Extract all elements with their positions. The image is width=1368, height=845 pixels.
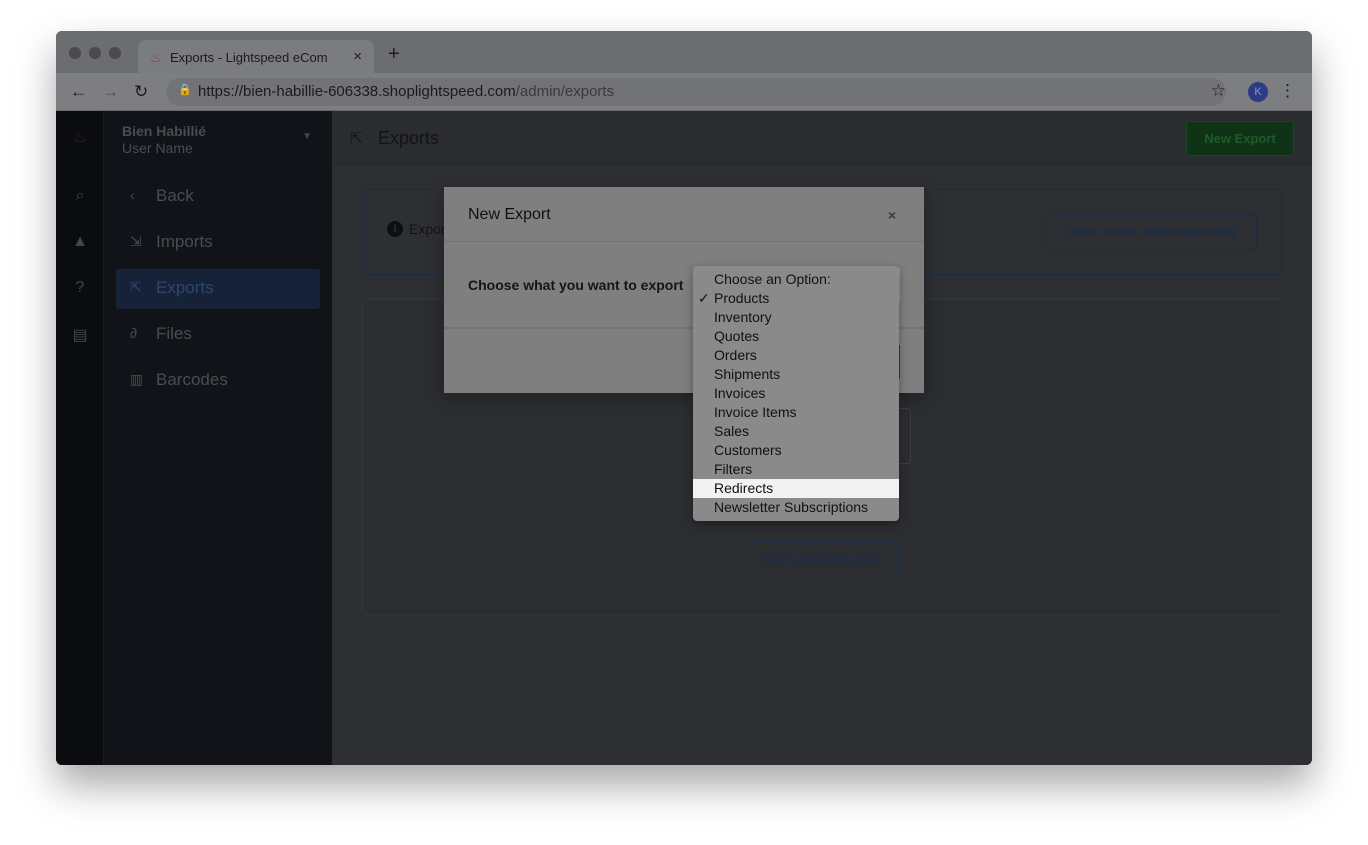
option-invoices[interactable]: Invoices <box>693 384 899 403</box>
caret-down-icon[interactable]: ▼ <box>302 131 312 142</box>
tab-title: Exports - Lightspeed eCom <box>170 50 328 65</box>
export-type-label: Choose what you want to export <box>468 277 684 293</box>
address-bar-row: ← → ↻ 🔒 https://bien-habillie-606338.sho… <box>56 73 1312 111</box>
lock-icon: 🔒 <box>178 84 192 96</box>
option-label: Redirects <box>714 480 774 496</box>
option-redirects[interactable]: Redirects <box>693 479 899 498</box>
option-newsletter-subscriptions[interactable]: Newsletter Subscriptions <box>693 498 899 517</box>
url-field[interactable]: 🔒 https://bien-habillie-606338.shoplight… <box>166 78 1226 106</box>
store-name: Bien Habillié <box>122 123 207 139</box>
zoom-window-button[interactable] <box>109 47 121 59</box>
export-icon: ⇱ <box>130 279 142 295</box>
option-label: Quotes <box>714 328 760 344</box>
option-label: Sales <box>714 423 750 439</box>
sidebar: Bien Habillié User Name ▼ ‹ Back ⇲ Imports … <box>104 111 332 765</box>
sidebar-item-back[interactable]: ‹ Back <box>116 177 320 217</box>
option-filters[interactable]: Filters <box>693 460 899 479</box>
barcode-icon: ▥ <box>130 371 144 387</box>
sidebar-item-label: Files <box>156 324 192 343</box>
export-icon: ⇱ <box>350 130 363 147</box>
store-icon[interactable]: ▤ <box>70 325 90 345</box>
option-products[interactable]: ✓ Products <box>693 289 899 308</box>
browser-window: ♨ Exports - Lightspeed eCom × + ← → ↻ 🔒 … <box>56 31 1312 765</box>
option-label: Invoice Items <box>714 404 797 420</box>
option-sales[interactable]: Sales <box>693 422 899 441</box>
export-type-dropdown[interactable]: Choose an Option: ✓ Products Inventory Qu… <box>693 266 899 521</box>
option-label: Customers <box>714 442 782 458</box>
browser-menu-icon[interactable]: ⋮ <box>1279 81 1296 101</box>
help-icon[interactable]: ? <box>70 279 90 297</box>
close-window-button[interactable] <box>69 47 81 59</box>
info-text: Expor <box>409 221 446 237</box>
info-icon: i <box>387 221 403 237</box>
bell-icon[interactable]: ▲ <box>70 233 90 251</box>
browser-tab[interactable]: ♨ Exports - Lightspeed eCom × <box>138 40 374 73</box>
sidebar-item-imports[interactable]: ⇲ Imports <box>116 223 320 263</box>
learn-more-button[interactable]: Learn more about exporting <box>1045 214 1257 250</box>
option-label: Products <box>714 290 770 306</box>
option-label: Newsletter Subscriptions <box>714 499 869 515</box>
sidebar-item-barcodes[interactable]: ▥ Barcodes <box>116 361 320 401</box>
option-quotes[interactable]: Quotes <box>693 327 899 346</box>
option-label: Filters <box>714 461 753 477</box>
user-name: User Name <box>122 140 193 156</box>
close-icon[interactable]: × <box>888 207 896 223</box>
icon-rail: ♨ ⌕ ▲ ? ▤ <box>56 111 104 765</box>
sidebar-item-label: Back <box>156 186 194 205</box>
option-label: Inventory <box>714 309 772 325</box>
option-invoice-items[interactable]: Invoice Items <box>693 403 899 422</box>
sidebar-item-label: Imports <box>156 232 213 251</box>
store-switcher[interactable]: Bien Habillié User Name <box>122 123 206 157</box>
import-icon: ⇲ <box>130 233 142 249</box>
option-shipments[interactable]: Shipments <box>693 365 899 384</box>
search-icon[interactable]: ⌕ <box>70 187 90 205</box>
sidebar-item-label: Barcodes <box>156 370 228 389</box>
lightspeed-logo-icon[interactable]: ♨ <box>70 127 90 147</box>
option-label: Orders <box>714 347 757 363</box>
option-customers[interactable]: Customers <box>693 441 899 460</box>
lightspeed-logo-icon: ♨ <box>150 50 162 65</box>
forward-arrow-icon[interactable]: → <box>102 82 119 102</box>
tab-bar: ♨ Exports - Lightspeed eCom × + <box>56 31 1312 73</box>
url-host: https://bien-habillie-606338.shoplightsp… <box>198 83 516 100</box>
minimize-window-button[interactable] <box>89 47 101 59</box>
option-inventory[interactable]: Inventory <box>693 308 899 327</box>
reload-icon[interactable]: ↻ <box>134 82 148 102</box>
checkmark-icon: ✓ <box>698 290 710 306</box>
page-title: Exports <box>378 128 440 148</box>
option-label: Shipments <box>714 366 781 382</box>
start-exporting-button[interactable]: Start exporting now <box>745 542 899 578</box>
close-tab-icon[interactable]: × <box>353 48 362 65</box>
sidebar-item-files[interactable]: ∂ Files <box>116 315 320 355</box>
back-arrow-icon[interactable]: ← <box>70 82 87 102</box>
sidebar-item-label: Exports <box>156 278 214 297</box>
paperclip-icon: ∂ <box>130 325 137 341</box>
bookmark-star-icon[interactable]: ☆ <box>1211 81 1226 101</box>
new-tab-icon[interactable]: + <box>388 43 400 66</box>
modal-title: New Export <box>444 187 924 242</box>
sidebar-item-exports[interactable]: ⇱ Exports <box>116 269 320 309</box>
option-orders[interactable]: Orders <box>693 346 899 365</box>
new-export-button[interactable]: New Export <box>1186 121 1294 156</box>
profile-avatar[interactable]: K <box>1248 82 1268 102</box>
option-label: Choose an Option: <box>714 271 831 287</box>
chevron-left-icon: ‹ <box>130 187 135 203</box>
page-header: ⇱ Exports New Export <box>332 111 1312 165</box>
url-path: /admin/exports <box>515 83 615 100</box>
option-label: Invoices <box>714 385 766 401</box>
option-placeholder[interactable]: Choose an Option: <box>693 270 899 289</box>
